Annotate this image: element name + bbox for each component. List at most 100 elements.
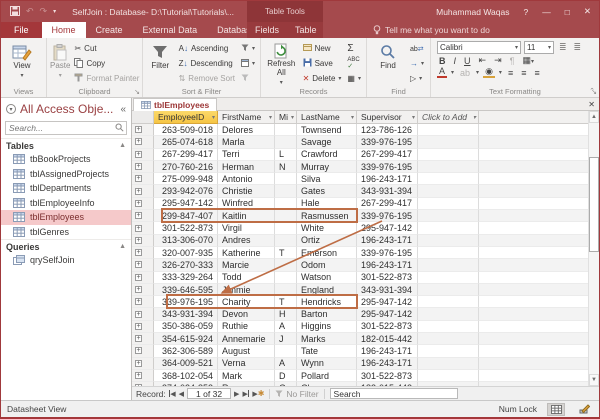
cell-supervisor[interactable]: 196-243-171 [357,259,418,271]
row-expand-button[interactable]: + [132,358,154,370]
cell-firstname[interactable]: Jimmie [218,284,275,296]
last-record-button[interactable]: ▶ [242,390,249,398]
record-search-input[interactable] [330,388,458,399]
row-expand-button[interactable]: + [132,259,154,271]
table-row[interactable]: +299-847-407KaitlinRasmussen339-976-195 [132,210,588,222]
cell-lastname[interactable]: Hendricks [297,296,357,308]
cell-mi[interactable] [275,235,297,247]
cell-supervisor[interactable]: 339-976-195 [357,136,418,148]
format-painter-button[interactable]: Format Painter [72,71,141,86]
cell-employeeid[interactable]: 301-522-873 [154,222,218,234]
row-expand-button[interactable]: + [132,235,154,247]
save-icon[interactable] [10,6,20,18]
sidebar-item-tblgenres[interactable]: tblGenres [1,225,131,240]
cell-lastname[interactable]: Silva [297,173,357,185]
cell-supervisor[interactable]: 267-299-417 [357,149,418,161]
cell-firstname[interactable]: Katherine [218,247,275,259]
column-header-click-to-add[interactable]: Click to Add▾ [418,111,479,124]
table-row[interactable]: +267-299-417TerriLCrawford267-299-417 [132,149,588,161]
table-row[interactable]: +374-024-852RexCClay182-015-442 [132,382,588,386]
cell-lastname[interactable]: Clay [297,382,357,386]
cell-firstname[interactable]: August [218,345,275,357]
maximize-button[interactable]: □ [565,7,570,17]
cell-firstname[interactable]: Andres [218,235,275,247]
cell-mi[interactable] [275,259,297,271]
tab-table[interactable]: Table [287,22,325,38]
cell-mi[interactable]: C [275,382,297,386]
table-row[interactable]: +339-646-595JimmieEngland343-931-394 [132,284,588,296]
table-row[interactable]: +295-947-142WinfredHale267-299-417 [132,198,588,210]
cell-lastname[interactable]: Pollard [297,370,357,382]
cell-mi[interactable] [275,272,297,284]
cell-supervisor[interactable]: 182-015-442 [357,333,418,345]
cell-lastname[interactable]: White [297,222,357,234]
advanced-filter-button[interactable]: ▾ [239,41,257,56]
italic-button[interactable]: I [452,56,459,66]
cell-employeeid[interactable]: 339-976-195 [154,296,218,308]
new-record-button[interactable]: New [301,41,344,56]
cell-lastname[interactable]: Savage [297,136,357,148]
cell-employeeid[interactable]: 263-509-018 [154,124,218,136]
column-header-lastname[interactable]: LastName▾ [297,111,357,124]
cell-mi[interactable]: T [275,296,297,308]
nav-group-header-queries[interactable]: Queries▲ [1,239,131,253]
column-dropdown-icon[interactable]: ▾ [351,114,354,121]
background-color-button[interactable]: ◉ [483,67,495,78]
cell-click-to-add[interactable] [418,124,479,136]
cell-firstname[interactable]: Winfred [218,198,275,210]
tab-external-data[interactable]: External Data [133,22,208,38]
rtl-icon[interactable]: ¶ [508,56,517,66]
cell-click-to-add[interactable] [418,235,479,247]
align-right-icon[interactable]: ≡ [532,68,541,78]
more-records-button[interactable]: ▦▾ [345,71,363,86]
cell-employeeid[interactable]: 267-299-417 [154,149,218,161]
cell-mi[interactable] [275,173,297,185]
nav-search-box[interactable] [5,121,127,135]
toggle-filter-button[interactable] [239,71,257,86]
row-expand-button[interactable]: + [132,185,154,197]
cell-employeeid[interactable]: 275-099-948 [154,173,218,185]
cell-firstname[interactable]: Christie [218,185,275,197]
cell-employeeid[interactable]: 374-024-852 [154,382,218,386]
cell-lastname[interactable]: Emerson [297,247,357,259]
cell-employeeid[interactable]: 354-615-924 [154,333,218,345]
column-dropdown-icon[interactable]: ▾ [291,114,294,121]
row-expand-button[interactable]: + [132,161,154,173]
paste-button[interactable]: Paste ▾ [50,41,70,86]
row-expand-button[interactable]: + [132,210,154,222]
sidebar-item-tbbookprojects[interactable]: tbBookProjects [1,152,131,167]
find-button[interactable]: Find [370,41,406,86]
cell-firstname[interactable]: Verna [218,358,275,370]
cell-lastname[interactable]: Marks [297,333,357,345]
cell-firstname[interactable]: Charity [218,296,275,308]
cell-click-to-add[interactable] [418,173,479,185]
cell-mi[interactable] [275,124,297,136]
collapse-ribbon-icon[interactable]: ⌃ [589,87,595,95]
cell-supervisor[interactable]: 295-947-142 [357,308,418,320]
cell-lastname[interactable]: Watson [297,272,357,284]
cell-lastname[interactable]: Tate [297,345,357,357]
cell-employeeid[interactable]: 350-386-059 [154,321,218,333]
cell-supervisor[interactable]: 339-976-195 [357,210,418,222]
table-row[interactable]: +343-931-394DevonHBarton295-947-142 [132,308,588,320]
cell-supervisor[interactable]: 343-931-394 [357,185,418,197]
help-button[interactable]: ? [524,7,529,17]
table-row[interactable]: +293-942-076ChristieGates343-931-394 [132,185,588,197]
cell-click-to-add[interactable] [418,308,479,320]
delete-record-button[interactable]: ✕Delete▾ [301,71,344,86]
cell-lastname[interactable]: Gates [297,185,357,197]
row-expand-button[interactable]: + [132,370,154,382]
select-all-corner[interactable] [132,111,154,124]
cell-click-to-add[interactable] [418,333,479,345]
cell-mi[interactable]: H [275,308,297,320]
cell-employeeid[interactable]: 368-102-054 [154,370,218,382]
table-row[interactable]: +354-615-924AnnemarieJMarks182-015-442 [132,333,588,345]
remove-sort-button[interactable]: ⇅Remove Sort [177,71,237,86]
column-header-firstname[interactable]: FirstName▾ [218,111,275,124]
clipboard-dialog-launcher[interactable]: ↘ [134,88,140,96]
table-row[interactable]: +263-509-018DeloresTownsend123-786-126 [132,124,588,136]
table-row[interactable]: +326-270-333MarcieOdom196-243-171 [132,259,588,271]
cell-employeeid[interactable]: 313-306-070 [154,235,218,247]
cell-supervisor[interactable]: 339-976-195 [357,247,418,259]
increase-indent-icon[interactable]: ⇥ [492,55,504,66]
